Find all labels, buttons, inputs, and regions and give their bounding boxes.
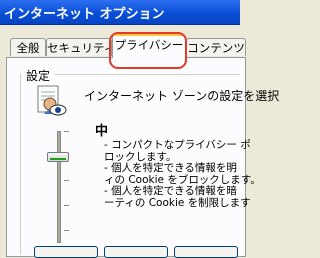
tab-privacy[interactable]: プライバシー xyxy=(112,34,186,58)
title-bar[interactable]: インターネット オプション xyxy=(0,0,240,25)
description-line: ーティの Cookie を制限します xyxy=(104,196,251,209)
window-title: インターネット オプション xyxy=(4,7,165,22)
slider-tick xyxy=(64,180,69,181)
tab-security[interactable]: セキュリティ xyxy=(46,38,112,56)
settings-group-label: 設定 xyxy=(26,69,51,83)
slider-tick xyxy=(64,230,69,231)
advanced-button[interactable] xyxy=(174,246,238,258)
tab-strip: 全般 セキュリティ プライバシー コンテンツ xyxy=(0,34,246,58)
slider-tick xyxy=(64,131,69,132)
privacy-level-description: - コンパクトなプライバシー ポ ロックします。 - 個人を特定できる情報を明 … xyxy=(104,139,261,209)
import-button[interactable] xyxy=(104,246,168,258)
privacy-intro-text: インターネット ゾーンの設定を選択 xyxy=(84,89,280,103)
description-line: - 個人を特定できる情報を暗 xyxy=(104,185,237,197)
privacy-eye-icon xyxy=(37,85,67,116)
group-box-border xyxy=(20,74,21,254)
tab-general[interactable]: 全般 xyxy=(10,38,46,56)
privacy-slider-thumb[interactable] xyxy=(47,152,69,162)
description-line: - 個人を特定できる情報を明 xyxy=(104,162,237,174)
privacy-level-label: 中 xyxy=(95,124,109,139)
slider-tick xyxy=(64,205,69,206)
tab-content[interactable]: コンテンツ xyxy=(186,38,246,56)
description-line: - コンパクトなプライバシー ポ xyxy=(104,139,251,151)
group-box-border-top xyxy=(55,74,240,75)
privacy-slider-track[interactable] xyxy=(57,131,61,243)
sites-button[interactable] xyxy=(34,246,98,258)
